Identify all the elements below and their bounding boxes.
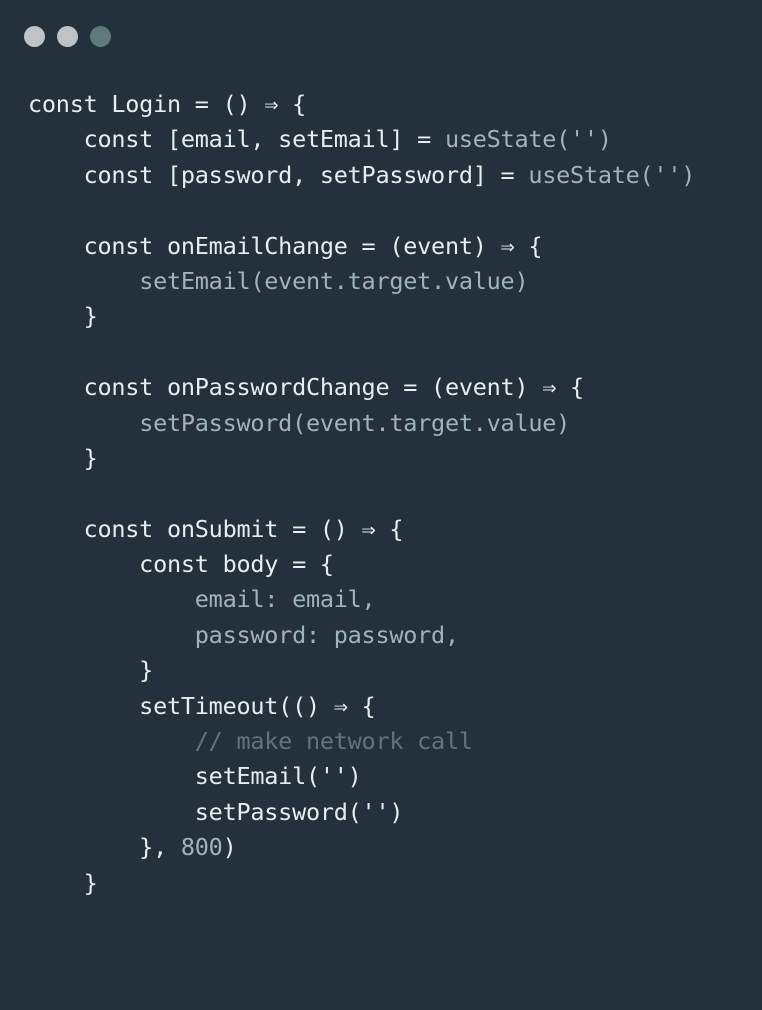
code-line: const onSubmit = () ⇒ { — [28, 512, 695, 547]
code-token: } — [28, 868, 98, 897]
code-token: const [password, setPassword] = — [28, 160, 529, 189]
code-token: }, — [28, 833, 181, 862]
code-token: useState('') — [528, 160, 696, 189]
code-token: password: password, — [194, 620, 459, 649]
code-token: const onSubmit = () ⇒ { — [28, 514, 404, 543]
code-line: setEmail('') — [28, 759, 695, 794]
code-line: const onEmailChange = (event) ⇒ { — [28, 229, 695, 264]
code-line: email: email, — [28, 582, 695, 617]
code-token: useState('') — [444, 125, 612, 154]
code-token: setPassword('') — [28, 797, 404, 826]
code-token: const Login = () ⇒ { — [28, 90, 306, 118]
code-line: setEmail(event.target.value) — [28, 264, 695, 299]
code-line: // make network call — [28, 724, 695, 759]
code-line: } — [28, 653, 695, 688]
code-line: } — [28, 441, 695, 476]
code-line: } — [28, 866, 695, 901]
code-token: } — [28, 302, 98, 331]
code-token: setPassword(event.target.value) — [139, 408, 571, 437]
code-token: const body = { — [28, 550, 334, 579]
code-token: setTimeout(() ⇒ { — [28, 691, 376, 720]
dot-1-icon — [24, 26, 45, 47]
code-line: const body = { — [28, 547, 695, 582]
code-line: const [email, setEmail] = useState('') — [28, 122, 695, 157]
dot-2-icon — [57, 26, 78, 47]
code-token: } — [28, 656, 154, 685]
code-line: setTimeout(() ⇒ { — [28, 689, 695, 724]
code-line: setPassword(event.target.value) — [28, 406, 695, 441]
code-token: } — [28, 443, 98, 472]
window-controls — [24, 26, 111, 47]
dot-3-icon — [90, 26, 111, 47]
code-token: setEmail('') — [28, 762, 362, 791]
code-token: // make network call — [194, 727, 473, 756]
code-token: email: email, — [194, 585, 376, 614]
code-token: 800 — [180, 833, 223, 862]
code-token: const [email, setEmail] = — [28, 125, 445, 154]
code-block: const Login = () ⇒ { const [email, setEm… — [28, 87, 695, 901]
code-line: password: password, — [28, 618, 695, 653]
code-line: const Login = () ⇒ { — [28, 87, 695, 122]
code-line: const [password, setPassword] = useState… — [28, 158, 696, 193]
code-line: const onPasswordChange = (event) ⇒ { — [28, 370, 695, 405]
code-token: const onPasswordChange = (event) ⇒ { — [28, 373, 585, 402]
code-line: } — [28, 299, 695, 334]
code-line: setPassword('') — [28, 795, 695, 830]
code-token: const onEmailChange = (event) ⇒ { — [28, 231, 543, 260]
code-window: const Login = () ⇒ { const [email, setEm… — [0, 0, 762, 1010]
code-token: setEmail(event.target.value) — [139, 266, 529, 295]
code-line: }, 800) — [28, 830, 695, 865]
code-token: ) — [222, 833, 237, 862]
